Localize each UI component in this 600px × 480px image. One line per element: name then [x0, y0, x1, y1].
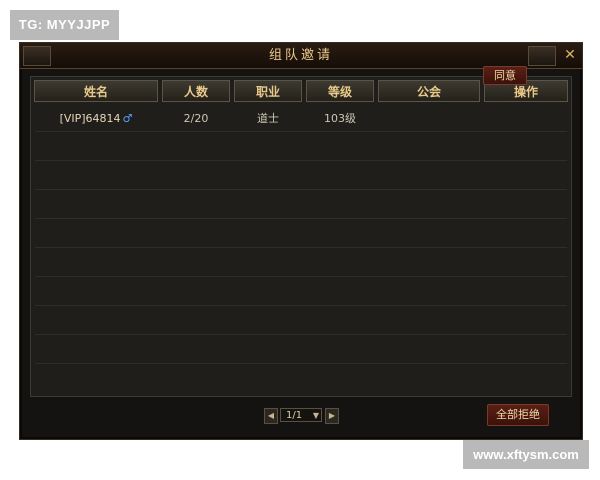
player-guild — [378, 110, 480, 128]
invite-list: 姓名 人数 职业 等级 公会 操作 [VIP]64814 ♂ 2/20 道士 10… — [30, 76, 572, 397]
row-divider — [35, 189, 567, 190]
row-divider — [35, 218, 567, 219]
reject-all-button[interactable]: 全部拒绝 — [487, 404, 549, 426]
player-name-cell: [VIP]64814 ♂ — [34, 110, 158, 128]
next-page-icon[interactable]: ▶ — [325, 408, 339, 424]
male-icon: ♂ — [122, 112, 133, 125]
chevron-down-icon[interactable]: ▼ — [313, 409, 319, 423]
row-divider — [35, 276, 567, 277]
col-header-guild: 公会 — [378, 80, 480, 102]
watermark-bottom: www.xftysm.com — [463, 440, 589, 469]
row-divider — [35, 363, 567, 364]
page-selector[interactable]: 1/1 ▼ — [280, 408, 322, 422]
player-level: 103级 — [324, 112, 356, 125]
members-count: 2/20 — [183, 112, 209, 125]
team-invite-dialog: 组队邀请 ✕ 姓名 人数 职业 等级 公会 操作 [VIP]64814 ♂ 2/2… — [19, 42, 583, 440]
player-class: 道士 — [257, 112, 279, 125]
row-divider — [35, 131, 567, 132]
agree-button[interactable]: 同意 — [483, 66, 527, 85]
col-header-level: 等级 — [306, 80, 374, 102]
row-divider — [35, 247, 567, 248]
dialog-title: 组队邀请 — [268, 48, 333, 63]
col-header-name: 姓名 — [34, 80, 158, 102]
watermark-top: TG: MYYJJPP — [10, 10, 119, 40]
player-name: [VIP]64814 — [59, 112, 121, 125]
page-number: 1/1 — [286, 410, 303, 421]
col-header-class: 职业 — [234, 80, 302, 102]
prev-page-icon[interactable]: ◀ — [264, 408, 278, 424]
close-icon[interactable]: ✕ — [561, 46, 579, 64]
row-divider — [35, 334, 567, 335]
row-divider — [35, 305, 567, 306]
col-header-members: 人数 — [162, 80, 230, 102]
row-divider — [35, 160, 567, 161]
